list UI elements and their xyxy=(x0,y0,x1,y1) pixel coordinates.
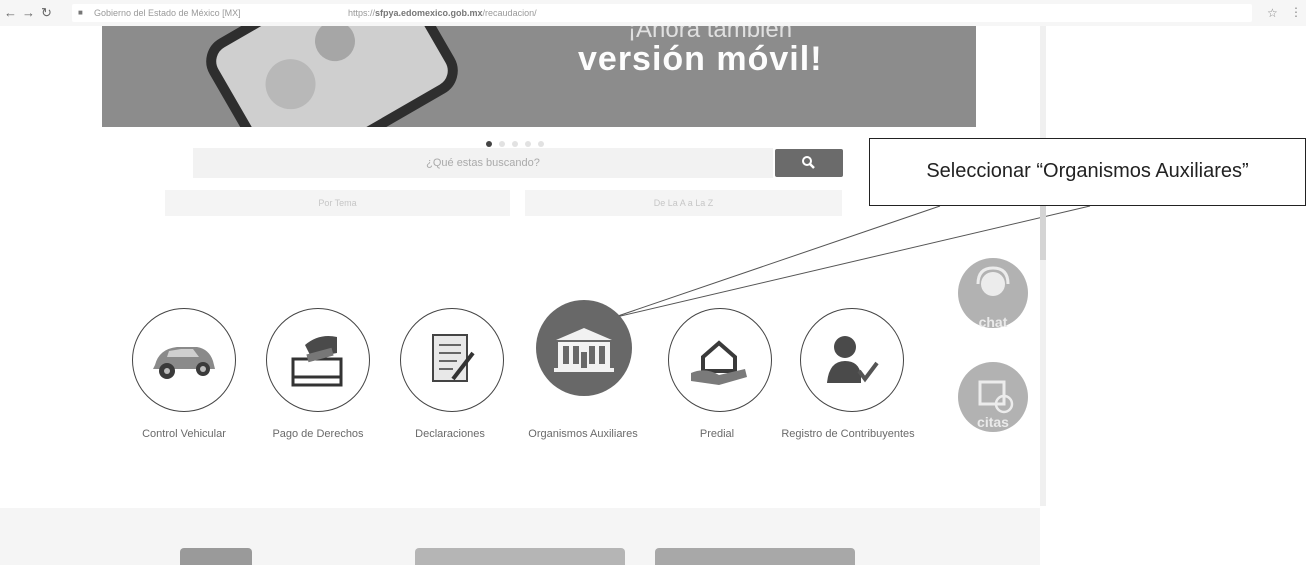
scrollbar-track[interactable] xyxy=(1040,26,1046,506)
service-pago-de-derechos[interactable] xyxy=(266,308,370,412)
news-thumbnail[interactable] xyxy=(415,548,625,565)
service-label: Organismos Auxiliares xyxy=(528,428,638,440)
service-label: Declaraciones xyxy=(415,428,485,440)
news-thumbnail[interactable] xyxy=(180,548,252,565)
annotation-arrows xyxy=(611,205,1091,319)
service-organismos-auxiliares[interactable] xyxy=(536,300,632,396)
house-hand-icon xyxy=(691,340,747,385)
service-label: Predial xyxy=(699,428,735,440)
building-icon xyxy=(554,328,614,372)
annotation-text: Seleccionar “Organismos Auxiliares” xyxy=(926,160,1249,182)
payment-card-icon xyxy=(291,336,343,387)
service-registro-de-contribuyentes[interactable] xyxy=(800,308,904,412)
chat-label: chat xyxy=(978,314,1008,330)
car-icon xyxy=(153,347,215,379)
service-control-vehicular[interactable] xyxy=(132,308,236,412)
service-label: Registro de Contribuyentes xyxy=(781,428,915,440)
document-pen-icon xyxy=(432,334,475,382)
service-label: Pago de Derechos xyxy=(272,428,364,440)
service-predial[interactable] xyxy=(668,308,772,412)
service-label: Control Vehicular xyxy=(142,428,226,440)
service-declaraciones[interactable] xyxy=(400,308,504,412)
person-check-icon xyxy=(827,336,879,383)
news-thumbnail[interactable] xyxy=(655,548,855,565)
citas-label: citas xyxy=(977,414,1009,430)
